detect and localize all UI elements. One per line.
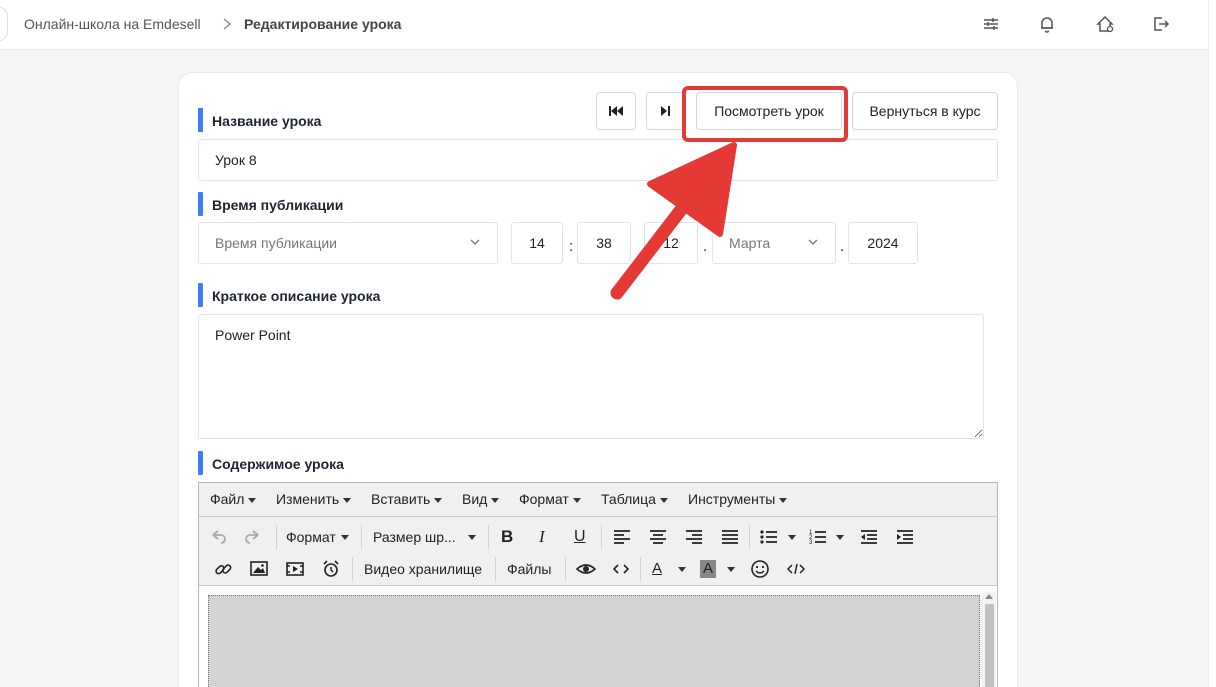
- chevron-right-icon: [223, 18, 232, 30]
- align-left-icon[interactable]: [613, 525, 631, 549]
- breadcrumb-current: Редактирование урока: [244, 16, 402, 32]
- short-description-label: Краткое описание урока: [198, 283, 380, 307]
- menu-insert[interactable]: Вставить: [371, 491, 443, 507]
- outdent-icon[interactable]: [860, 525, 878, 549]
- day-value: 12: [663, 235, 679, 251]
- logout-icon[interactable]: [1151, 14, 1171, 34]
- bold-button[interactable]: B: [501, 525, 513, 549]
- align-right-icon[interactable]: [685, 525, 703, 549]
- lesson-name-input[interactable]: Урок 8: [198, 139, 998, 181]
- year-input[interactable]: 2024: [848, 222, 918, 264]
- menu-file[interactable]: Файл: [210, 491, 257, 507]
- year-value: 2024: [867, 235, 899, 251]
- alarm-clock-icon[interactable]: [322, 557, 340, 581]
- editor-toolbar-row-2: Видео хранилище Файлы A A: [199, 551, 997, 585]
- bell-icon[interactable]: [1037, 14, 1057, 34]
- link-icon[interactable]: [214, 557, 232, 581]
- month-select[interactable]: Марта: [712, 222, 836, 264]
- media-icon[interactable]: [286, 557, 304, 581]
- editor-menubar: Файл Изменить Вставить Вид Формат Таблиц…: [199, 483, 997, 517]
- menu-view[interactable]: Вид: [462, 491, 500, 507]
- back-to-course-button[interactable]: Вернуться в курс: [852, 92, 998, 130]
- sliders-icon[interactable]: [981, 14, 1001, 34]
- menu-edit[interactable]: Изменить: [276, 491, 352, 507]
- font-color-button[interactable]: A: [652, 557, 662, 581]
- publish-time-label: Время публикации: [198, 192, 343, 216]
- underline-button[interactable]: U: [574, 525, 586, 549]
- font-size-dropdown[interactable]: Размер шр...: [373, 525, 456, 549]
- date-dot-2: .: [840, 238, 845, 255]
- align-justify-icon[interactable]: [721, 525, 739, 549]
- publish-time-select[interactable]: Время публикации: [198, 222, 498, 264]
- image-icon[interactable]: [250, 557, 268, 581]
- editor-toolbar-row-1: Формат Размер шр... B I U 123: [199, 519, 997, 553]
- menu-tools[interactable]: Инструменты: [688, 491, 788, 507]
- minute-input[interactable]: 38: [577, 222, 631, 264]
- lesson-name-label: Название урока: [198, 108, 321, 132]
- chevron-down-icon: [808, 239, 818, 245]
- code-icon[interactable]: [613, 557, 629, 581]
- numbered-list-icon[interactable]: 123: [809, 525, 827, 549]
- align-center-icon[interactable]: [649, 525, 667, 549]
- day-input[interactable]: 12: [644, 222, 698, 264]
- chevron-down-icon: [470, 239, 480, 245]
- italic-button[interactable]: I: [539, 525, 545, 549]
- rich-text-editor: Файл Изменить Вставить Вид Формат Таблиц…: [198, 482, 998, 687]
- files-button[interactable]: Файлы: [507, 557, 551, 581]
- hour-input[interactable]: 14: [511, 222, 563, 264]
- month-value: Марта: [729, 235, 771, 251]
- preview-eye-icon[interactable]: [576, 557, 596, 581]
- menu-table[interactable]: Таблица: [601, 491, 668, 507]
- skip-forward-icon: [661, 106, 670, 116]
- publish-time-placeholder: Время публикации: [215, 235, 338, 251]
- editor-scrollbar-thumb[interactable]: [985, 604, 994, 687]
- next-lesson-button[interactable]: [646, 92, 686, 130]
- top-bar: Онлайн-школа на Emdesell Редактирование …: [0, 0, 1208, 50]
- hour-value: 14: [529, 235, 545, 251]
- menu-format[interactable]: Формат: [519, 491, 581, 507]
- breadcrumb-home[interactable]: Онлайн-школа на Emdesell: [24, 16, 201, 32]
- sidebar-toggle[interactable]: [0, 6, 8, 42]
- editor-content-area[interactable]: [199, 585, 997, 687]
- highlight-box: [682, 86, 848, 142]
- redo-icon[interactable]: [244, 525, 262, 549]
- scroll-up-arrow-icon[interactable]: [985, 594, 993, 599]
- bullet-list-icon[interactable]: [760, 525, 778, 549]
- scrollbar[interactable]: [1208, 0, 1216, 687]
- source-code-icon[interactable]: [787, 557, 805, 581]
- first-lesson-button[interactable]: [596, 92, 636, 130]
- short-description-textarea[interactable]: Power Point: [198, 314, 984, 439]
- svg-text:3: 3: [809, 540, 813, 546]
- home-gear-icon[interactable]: [1095, 14, 1115, 34]
- editor-body[interactable]: [208, 595, 980, 687]
- lesson-name-value: Урок 8: [215, 152, 257, 168]
- time-colon: :: [569, 238, 574, 255]
- emoticons-icon[interactable]: [750, 557, 770, 581]
- lesson-content-label: Содержимое урока: [198, 451, 344, 475]
- format-dropdown[interactable]: Формат: [286, 525, 336, 549]
- skip-back-icon: [609, 106, 623, 116]
- indent-icon[interactable]: [896, 525, 914, 549]
- background-color-button[interactable]: A: [700, 560, 717, 578]
- date-dot-1: .: [703, 238, 708, 255]
- minute-value: 38: [596, 235, 612, 251]
- undo-icon[interactable]: [209, 525, 227, 549]
- video-storage-button[interactable]: Видео хранилище: [364, 557, 482, 581]
